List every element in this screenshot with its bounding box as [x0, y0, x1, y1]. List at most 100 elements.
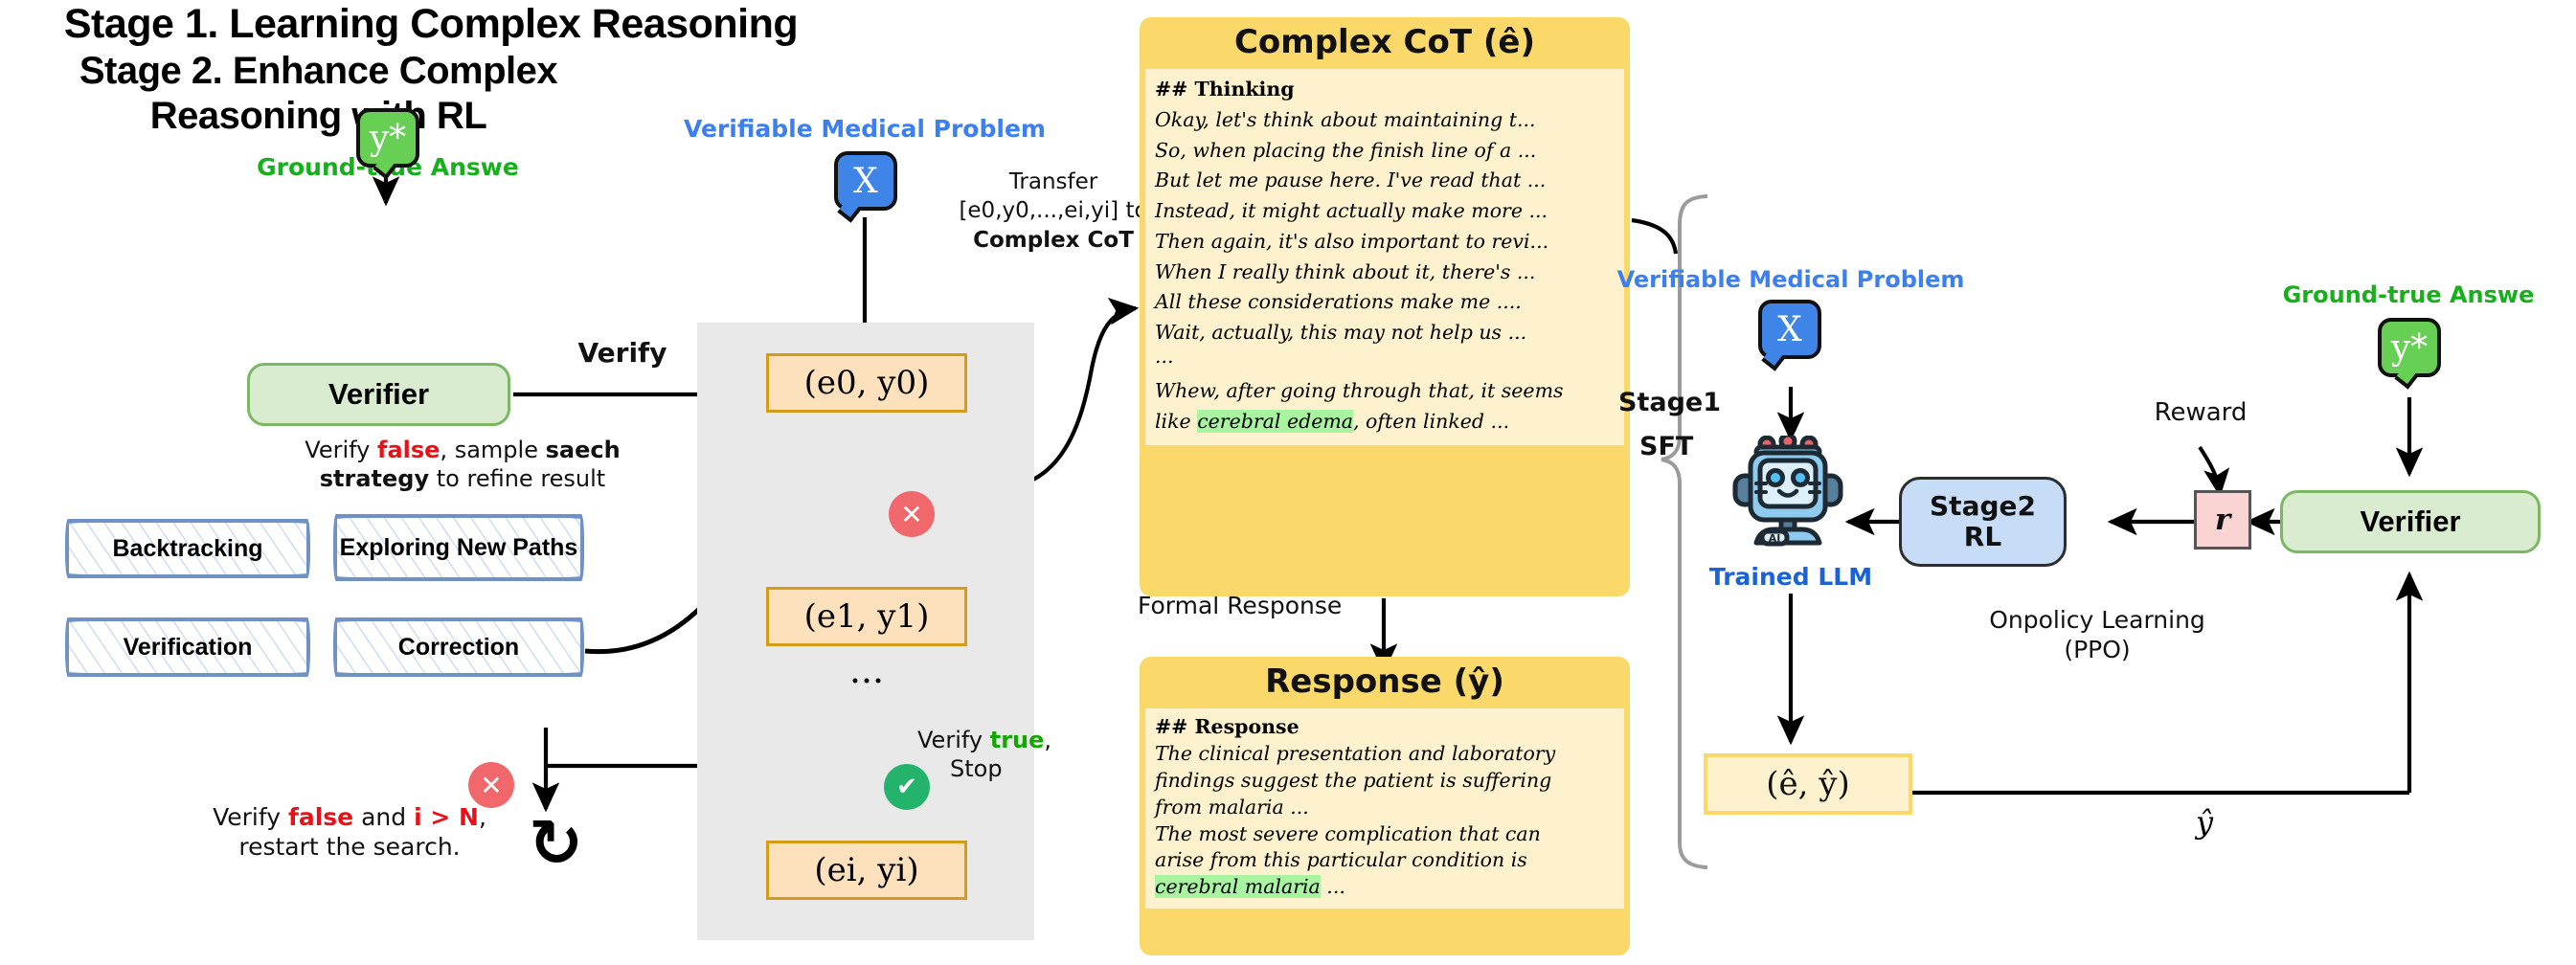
stage1-problem-label: Verifiable Medical Problem — [684, 115, 1046, 143]
cot-final-suffix: , often linked ... — [1353, 410, 1510, 434]
brace-label-line-1: Stage1 — [1618, 388, 1721, 417]
response-heading: ## Response — [1155, 715, 1299, 738]
cot-highlight-term: cerebral edema — [1197, 410, 1353, 434]
restart-part-e: , — [478, 803, 486, 831]
pair-label: (e0, y0) — [803, 364, 930, 402]
strategy-label: Correction — [397, 633, 520, 661]
verify-false-part-a: Verify — [305, 437, 378, 463]
strategy-box-exploring-new-paths[interactable]: Exploring New Paths — [333, 514, 584, 581]
rl-box-line-2: RL — [1963, 521, 2002, 552]
cot-line: Okay, let's think about maintaining t... — [1155, 107, 1536, 131]
y-hat-edge-label: ŷ — [2195, 804, 2214, 841]
y-star-label: y* — [369, 118, 407, 158]
restart-part-a: Verify — [213, 803, 288, 831]
stop-label: Stop — [950, 755, 1003, 782]
stage2-title-line-2: Reasoning with RL — [149, 94, 487, 137]
verify-arrow-label: Verify — [577, 337, 667, 369]
reward-label: Reward — [2154, 398, 2248, 427]
verify-false-keyword: false — [377, 437, 441, 463]
transfer-line-1: Transfer — [1008, 169, 1098, 194]
strategy-box-correction[interactable]: Correction — [333, 617, 584, 677]
verifier-label: Verifier — [2360, 505, 2461, 538]
verifier-label: Verifier — [328, 377, 430, 411]
x-token-label: X — [853, 161, 878, 201]
strategy-box-backtracking[interactable]: Backtracking — [65, 519, 310, 578]
chain-ellipsis: ... — [848, 649, 885, 691]
response-title: Response (ŷ) — [1265, 662, 1504, 701]
stage2-problem-label: Verifiable Medical Problem — [1616, 266, 1965, 293]
cot-final-line-1: Whew, after going through that, it seems — [1155, 379, 1564, 403]
stage1-title: Stage 1. Learning Complex Reasoning — [63, 1, 799, 47]
verifier-box-stage2[interactable]: Verifier — [2280, 490, 2541, 553]
verify-false-part-d: saech — [545, 437, 621, 463]
cot-line: When I really think about it, there's ..… — [1155, 259, 1536, 283]
cot-line: Wait, actually, this may not help us ... — [1155, 321, 1527, 345]
restart-part-c: and — [353, 803, 415, 831]
pair-box-e0: (e0, y0) — [766, 353, 967, 413]
pair-label: (e1, y1) — [803, 597, 930, 636]
y-star-label: y* — [2390, 327, 2429, 368]
ey-hat-box: (ê, ŷ) — [1704, 753, 1912, 815]
onpolicy-line-1: Onpolicy Learning — [1989, 606, 2205, 634]
restart-loop-icon: ↻ — [529, 806, 583, 882]
response-line: The most severe complication that can — [1155, 821, 1541, 845]
response-final-line: cerebral malaria ... — [1155, 874, 1615, 901]
transfer-line-2: [e0,y0,...,ei,yi] to — [959, 198, 1148, 224]
verify-false-part-f: to refine result — [429, 465, 606, 492]
response-line: The clinical presentation and laboratory — [1155, 741, 1556, 765]
cot-line: Instead, it might actually make more ... — [1155, 199, 1548, 223]
cot-line: ... — [1155, 344, 1174, 368]
r-token-label: r — [2214, 503, 2231, 537]
verify-true-note: Verify true, Stop — [891, 726, 1111, 783]
strategy-label: Backtracking — [112, 534, 263, 562]
verify-true-part-a: Verify — [917, 727, 990, 753]
stage2-title-line-1: Stage 2. Enhance Complex — [79, 49, 558, 92]
response-card: Response (ŷ) ## Response The clinical pr… — [1140, 657, 1630, 955]
onpolicy-line-2: (PPO) — [2064, 636, 2131, 664]
brace-label-line-2: SFT — [1639, 431, 1694, 461]
cot-heading: ## Thinking — [1155, 78, 1295, 101]
reward-token-box: r — [2194, 490, 2251, 550]
transfer-note: Transfer [e0,y0,...,ei,yi] to Complex Co… — [943, 168, 1164, 255]
stage2-title: Stage 2. Enhance Complex Reasoning with … — [0, 49, 637, 139]
x-token-label: X — [1777, 309, 1802, 349]
cot-line: Then again, it's also important to revi.… — [1155, 229, 1549, 253]
response-line: from malaria ... — [1155, 795, 1309, 819]
cot-line: So, when placing the finish line of a ..… — [1155, 138, 1537, 162]
verify-false-strategy-note: Verify false, sample saech strategy to r… — [218, 436, 707, 493]
strategy-label: Verification — [123, 633, 253, 661]
onpolicy-note: Onpolicy Learning (PPO) — [1915, 605, 2279, 665]
transfer-line-3: Complex CoT — [973, 227, 1134, 253]
restart-line-2: restart the search. — [238, 833, 461, 862]
verify-true-keyword: true — [989, 727, 1045, 753]
stage2-rl-box[interactable]: Stage2 RL — [1899, 477, 2067, 567]
complex-cot-title: Complex CoT (ê) — [1233, 23, 1536, 61]
response-highlight-term: cerebral malaria — [1155, 875, 1321, 899]
cot-line: All these considerations make me .... — [1155, 290, 1522, 314]
rl-box-line-1: Stage2 — [1930, 489, 2036, 522]
x-bubble-stage1: X — [834, 151, 897, 211]
response-line: findings suggest the patient is sufferin… — [1155, 768, 1552, 792]
verify-true-part-c: , — [1044, 727, 1052, 753]
cot-final-prefix: like — [1155, 410, 1198, 434]
cot-final-line-2: like cerebral edema, often linked ... — [1155, 407, 1615, 438]
cot-line: But let me pause here. I've read that ..… — [1155, 168, 1547, 192]
cross-icon-restart: ✕ — [468, 762, 514, 808]
verifier-box-stage1[interactable]: Verifier — [247, 363, 510, 426]
trained-llm-robot-icon: AI — [1724, 432, 1858, 560]
cross-icon-chain: ✕ — [889, 491, 935, 537]
svg-text:AI: AI — [1769, 532, 1781, 545]
strategy-word: strategy — [319, 465, 430, 492]
strategy-label: Exploring New Paths — [339, 533, 578, 561]
complex-cot-card: Complex CoT (ê) ## Thinking Okay, let's … — [1140, 17, 1630, 596]
trained-llm-label: Trained LLM — [1708, 563, 1873, 591]
x-bubble-stage2: X — [1758, 300, 1821, 359]
restart-false-keyword: false — [287, 803, 354, 831]
response-final-suffix: ... — [1320, 875, 1345, 899]
strategy-box-verification[interactable]: Verification — [65, 617, 310, 677]
response-body: ## Response The clinical presentation an… — [1145, 708, 1624, 909]
ey-hat-label: (ê, ŷ) — [1766, 765, 1850, 803]
restart-condition: i > N — [414, 803, 479, 831]
restart-note: Verify false and i > N, restart the sear… — [168, 802, 531, 863]
verify-false-part-c: , sample — [440, 437, 546, 463]
